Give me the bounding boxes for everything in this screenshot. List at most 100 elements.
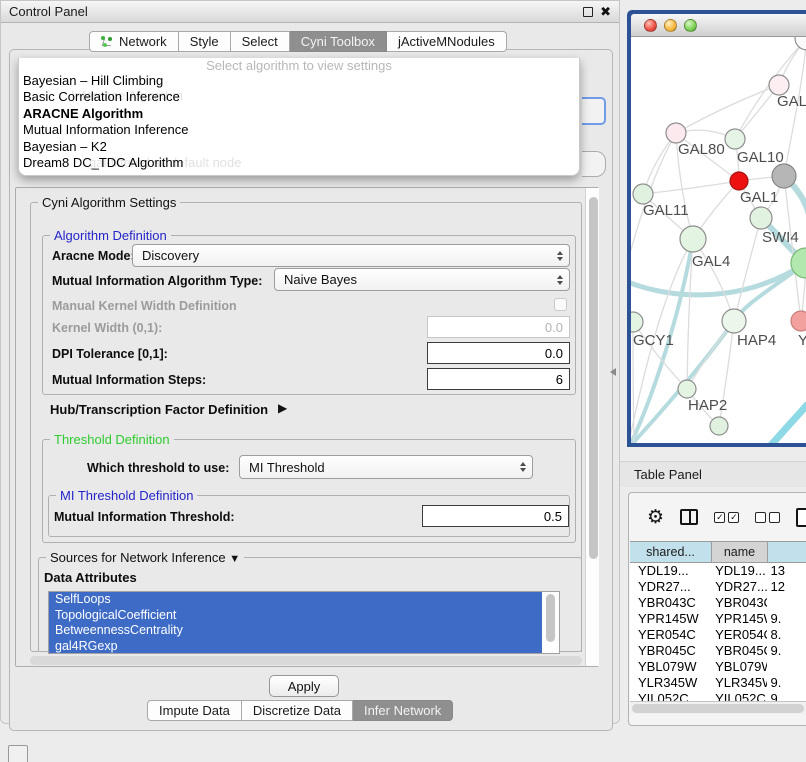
tab-label: Network [119, 34, 167, 49]
mi-type-combo[interactable]: Naive Bayes [274, 268, 570, 291]
aracne-mode-combo[interactable]: Discovery [132, 244, 570, 267]
manual-kernel-checkbox[interactable] [554, 298, 567, 311]
table-row[interactable]: YDL19...YDL19...13 [630, 563, 806, 579]
network-node[interactable] [680, 226, 706, 252]
apply-button[interactable]: Apply [269, 675, 339, 697]
tab-select[interactable]: Select [231, 31, 290, 52]
panel-splitter-arrow[interactable] [610, 368, 616, 376]
sources-collapse-icon[interactable]: ▼ [229, 553, 240, 565]
network-tab-icon [101, 36, 114, 48]
tab-label: Impute Data [159, 703, 230, 718]
attribute-item[interactable]: SelfLoops [49, 592, 559, 608]
network-edge [693, 239, 734, 321]
table-hscrollbar-thumb[interactable] [632, 704, 804, 713]
network-node-label: GAL4 [692, 253, 730, 270]
table-row[interactable]: YPR145WYPR145W9. [630, 611, 806, 627]
attribute-item[interactable]: TopologicalCoefficient [49, 608, 559, 624]
dpi-tolerance-field[interactable]: 0.0 [427, 342, 570, 364]
hub-expand-icon[interactable]: ▶ [278, 401, 287, 415]
network-node[interactable] [666, 123, 686, 143]
tab-label: Cyni Toolbox [301, 34, 375, 49]
table-row[interactable]: YBR043CYBR043C [630, 595, 806, 611]
table-cell: YPR145W [630, 611, 711, 627]
settings-scrollbar-thumb[interactable] [589, 197, 598, 559]
algorithm-popup-item[interactable]: Bayesian – Hill Climbing [19, 73, 579, 89]
traffic-light-minimize-icon[interactable] [664, 19, 677, 32]
traffic-light-close-icon[interactable] [644, 19, 657, 32]
table-row[interactable]: YBL079WYBL079W [630, 659, 806, 675]
network-node[interactable] [725, 129, 745, 149]
network-node[interactable] [722, 309, 746, 333]
attributes-list[interactable]: SelfLoopsTopologicalCoefficientBetweenne… [48, 591, 560, 654]
attributes-hscrollbar[interactable] [30, 656, 582, 665]
tab-network[interactable]: Network [89, 31, 179, 52]
split-view-icon[interactable] [680, 509, 698, 525]
column-header[interactable] [768, 542, 806, 562]
table-row[interactable]: YDR27...YDR27...12 [630, 579, 806, 595]
tab-label: jActiveMNodules [398, 34, 495, 49]
algorithm-popup-item[interactable]: ARACNE Algorithm [19, 106, 579, 122]
table-row[interactable]: YER054CYER054C8. [630, 627, 806, 643]
network-node-label: GCY1 [633, 332, 674, 349]
algorithm-popup-item[interactable]: Basic Correlation Inference [19, 89, 579, 105]
network-node-label: GAL1 [740, 189, 778, 206]
network-node[interactable] [631, 312, 643, 332]
network-node[interactable] [710, 417, 728, 435]
network-node[interactable] [795, 37, 806, 50]
minimized-panel-icon[interactable] [8, 745, 28, 762]
tab-style[interactable]: Style [179, 31, 231, 52]
table-file-icon[interactable] [796, 508, 806, 527]
kernel-width-field[interactable]: 0.0 [427, 316, 570, 338]
attributes-scrollbar-thumb[interactable] [546, 594, 555, 642]
control-panel-title: Control Panel [9, 4, 88, 19]
gear-icon[interactable]: ⚙ [647, 508, 664, 527]
cyni-settings-title: Cyni Algorithm Settings [38, 195, 180, 210]
mi-threshold-field[interactable]: 0.5 [422, 505, 569, 527]
network-node[interactable] [772, 164, 796, 188]
network-titlebar[interactable] [631, 14, 806, 37]
traffic-light-zoom-icon[interactable] [684, 19, 697, 32]
algorithm-popup-item[interactable]: Bayesian – K2 [19, 139, 579, 155]
algorithm-popup-prompt: Select algorithm to view settings [19, 58, 579, 73]
column-header-name[interactable]: name [712, 542, 768, 562]
tab-cyni-toolbox[interactable]: Cyni Toolbox [290, 31, 387, 52]
deselect-all-icon[interactable] [755, 512, 780, 523]
table-row[interactable]: YBR045CYBR045C9. [630, 643, 806, 659]
table-row[interactable]: YIL052CYIL052C9. [630, 691, 806, 701]
attribute-item[interactable]: gal4RGexp [49, 639, 559, 654]
network-node[interactable] [730, 172, 748, 190]
table-row[interactable]: YLR345WYLR345W9. [630, 675, 806, 691]
float-window-icon[interactable] [583, 7, 593, 17]
select-all-icon[interactable]: ✓✓ [714, 512, 739, 523]
table-cell: YDR27... [711, 579, 766, 595]
network-node[interactable] [769, 75, 789, 95]
network-node[interactable] [750, 207, 772, 229]
table-cell: YER054C [711, 627, 766, 643]
mi-steps-field[interactable]: 6 [427, 368, 570, 390]
network-node[interactable] [791, 311, 806, 331]
table-cell: 9. [767, 643, 806, 659]
column-header-shared[interactable]: shared... [630, 542, 712, 562]
network-canvas[interactable]: GALGAL80GAL10GAL1GAL11SWI4GAL4GCY1HAP4YH… [631, 37, 806, 443]
algorithm-popup-item[interactable]: Dream8 DC_TDC Algorithm [19, 155, 579, 171]
aracne-mode-value: Discovery [142, 248, 199, 263]
tab-discretize-data[interactable]: Discretize Data [242, 700, 353, 721]
network-node[interactable] [633, 184, 653, 204]
network-node[interactable] [678, 380, 696, 398]
which-threshold-combo[interactable]: MI Threshold [239, 455, 533, 479]
table-hscrollbar[interactable] [630, 701, 806, 714]
which-threshold-value: MI Threshold [249, 460, 325, 475]
close-icon[interactable]: ✖ [600, 7, 611, 17]
tab-infer-network[interactable]: Infer Network [353, 700, 453, 721]
table-cell: 12 [767, 579, 806, 595]
tab-jactivemnodules[interactable]: jActiveMNodules [387, 31, 507, 52]
mi-threshold-group-title: MI Threshold Definition [56, 488, 197, 503]
hub-definition-label[interactable]: Hub/Transcription Factor Definition [50, 402, 268, 417]
attribute-item[interactable]: BetweennessCentrality [49, 623, 559, 639]
table-cell: YLR345W [630, 675, 711, 691]
algorithm-popup-item[interactable]: Mutual Information Inference [19, 122, 579, 138]
settings-scrollbar[interactable] [585, 188, 599, 666]
attributes-scrollbar[interactable] [542, 592, 559, 653]
tab-label: Discretize Data [253, 703, 341, 718]
tab-impute-data[interactable]: Impute Data [147, 700, 242, 721]
